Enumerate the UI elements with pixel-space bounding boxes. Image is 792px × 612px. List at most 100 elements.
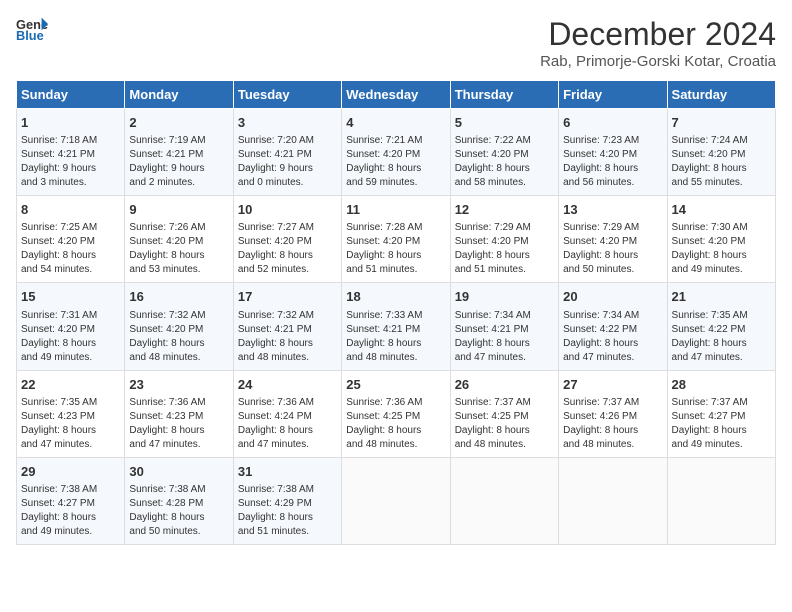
calendar-cell: 20Sunrise: 7:34 AM Sunset: 4:22 PM Dayli… <box>559 283 667 370</box>
main-title: December 2024 <box>540 16 776 53</box>
day-number: 27 <box>563 376 662 394</box>
day-info: Sunrise: 7:32 AM Sunset: 4:20 PM Dayligh… <box>129 309 228 365</box>
calendar-cell: 3Sunrise: 7:20 AM Sunset: 4:21 PM Daylig… <box>233 109 341 196</box>
day-number: 16 <box>129 288 228 306</box>
header-day-monday: Monday <box>125 81 233 109</box>
subtitle: Rab, Primorje-Gorski Kotar, Croatia <box>540 53 776 70</box>
day-info: Sunrise: 7:36 AM Sunset: 4:23 PM Dayligh… <box>129 396 228 452</box>
header-day-wednesday: Wednesday <box>342 81 450 109</box>
calendar-cell: 19Sunrise: 7:34 AM Sunset: 4:21 PM Dayli… <box>450 283 558 370</box>
calendar-cell: 16 Sunrise: 7:32 AM Sunset: 4:20 PM Dayli… <box>125 283 233 370</box>
day-number: 30 <box>129 463 228 481</box>
header-day-saturday: Saturday <box>667 81 775 109</box>
calendar-cell <box>342 457 450 544</box>
calendar-cell: 28Sunrise: 7:37 AM Sunset: 4:27 PM Dayli… <box>667 370 775 457</box>
calendar-cell: 11Sunrise: 7:28 AM Sunset: 4:20 PM Dayli… <box>342 196 450 283</box>
day-number: 12 <box>455 201 554 219</box>
svg-text:Blue: Blue <box>16 28 44 43</box>
header-day-tuesday: Tuesday <box>233 81 341 109</box>
calendar-week-2: 8Sunrise: 7:25 AM Sunset: 4:20 PM Daylig… <box>17 196 776 283</box>
calendar-cell: 9 Sunrise: 7:26 AM Sunset: 4:20 PM Daylig… <box>125 196 233 283</box>
day-number: 29 <box>21 463 120 481</box>
day-number: 26 <box>455 376 554 394</box>
day-info: Sunrise: 7:31 AM Sunset: 4:20 PM Dayligh… <box>21 309 120 365</box>
day-info: Sunrise: 7:19 AM Sunset: 4:21 PM Dayligh… <box>129 134 228 190</box>
day-number: 8 <box>21 201 120 219</box>
day-number: 9 <box>129 201 228 219</box>
day-info: Sunrise: 7:29 AM Sunset: 4:20 PM Dayligh… <box>455 221 554 277</box>
calendar-cell: 23Sunrise: 7:36 AM Sunset: 4:23 PM Dayli… <box>125 370 233 457</box>
day-number: 2 <box>129 114 228 132</box>
title-block: December 2024 Rab, Primorje-Gorski Kotar… <box>540 16 776 70</box>
day-number: 25 <box>346 376 445 394</box>
day-info: Sunrise: 7:34 AM Sunset: 4:21 PM Dayligh… <box>455 309 554 365</box>
calendar-cell: 22 Sunrise: 7:35 AM Sunset: 4:23 PM Dayli… <box>17 370 125 457</box>
day-info: Sunrise: 7:28 AM Sunset: 4:20 PM Dayligh… <box>346 221 445 277</box>
day-info: Sunrise: 7:22 AM Sunset: 4:20 PM Dayligh… <box>455 134 554 190</box>
day-info: Sunrise: 7:26 AM Sunset: 4:20 PM Dayligh… <box>129 221 228 277</box>
calendar-cell: 6 Sunrise: 7:23 AM Sunset: 4:20 PM Daylig… <box>559 109 667 196</box>
day-info: Sunrise: 7:24 AM Sunset: 4:20 PM Dayligh… <box>672 134 771 190</box>
day-number: 4 <box>346 114 445 132</box>
calendar-cell: 27 Sunrise: 7:37 AM Sunset: 4:26 PM Dayli… <box>559 370 667 457</box>
day-number: 24 <box>238 376 337 394</box>
calendar-cell: 8Sunrise: 7:25 AM Sunset: 4:20 PM Daylig… <box>17 196 125 283</box>
calendar-cell: 31 Sunrise: 7:38 AM Sunset: 4:29 PM Dayli… <box>233 457 341 544</box>
calendar-cell: 14 Sunrise: 7:30 AM Sunset: 4:20 PM Dayli… <box>667 196 775 283</box>
calendar-cell: 13 Sunrise: 7:29 AM Sunset: 4:20 PM Dayli… <box>559 196 667 283</box>
calendar-cell: 25Sunrise: 7:36 AM Sunset: 4:25 PM Dayli… <box>342 370 450 457</box>
logo-icon: General Blue <box>16 16 48 44</box>
calendar-cell: 30Sunrise: 7:38 AM Sunset: 4:28 PM Dayli… <box>125 457 233 544</box>
calendar-week-4: 22 Sunrise: 7:35 AM Sunset: 4:23 PM Dayli… <box>17 370 776 457</box>
day-info: Sunrise: 7:33 AM Sunset: 4:21 PM Dayligh… <box>346 309 445 365</box>
day-number: 22 <box>21 376 120 394</box>
day-number: 3 <box>238 114 337 132</box>
calendar-cell <box>559 457 667 544</box>
day-info: Sunrise: 7:37 AM Sunset: 4:27 PM Dayligh… <box>672 396 771 452</box>
day-info: Sunrise: 7:37 AM Sunset: 4:25 PM Dayligh… <box>455 396 554 452</box>
calendar-week-3: 15Sunrise: 7:31 AM Sunset: 4:20 PM Dayli… <box>17 283 776 370</box>
day-number: 13 <box>563 201 662 219</box>
calendar-cell: 15Sunrise: 7:31 AM Sunset: 4:20 PM Dayli… <box>17 283 125 370</box>
day-info: Sunrise: 7:30 AM Sunset: 4:20 PM Dayligh… <box>672 221 771 277</box>
logo: General Blue <box>16 16 48 44</box>
day-info: Sunrise: 7:18 AM Sunset: 4:21 PM Dayligh… <box>21 134 120 190</box>
day-info: Sunrise: 7:27 AM Sunset: 4:20 PM Dayligh… <box>238 221 337 277</box>
calendar-cell <box>667 457 775 544</box>
calendar-week-5: 29 Sunrise: 7:38 AM Sunset: 4:27 PM Dayli… <box>17 457 776 544</box>
day-info: Sunrise: 7:35 AM Sunset: 4:22 PM Dayligh… <box>672 309 771 365</box>
day-number: 18 <box>346 288 445 306</box>
calendar-cell: 26 Sunrise: 7:37 AM Sunset: 4:25 PM Dayli… <box>450 370 558 457</box>
day-number: 10 <box>238 201 337 219</box>
calendar-cell: 17Sunrise: 7:32 AM Sunset: 4:21 PM Dayli… <box>233 283 341 370</box>
calendar-cell: 29 Sunrise: 7:38 AM Sunset: 4:27 PM Dayli… <box>17 457 125 544</box>
calendar-cell: 2 Sunrise: 7:19 AM Sunset: 4:21 PM Daylig… <box>125 109 233 196</box>
day-number: 20 <box>563 288 662 306</box>
calendar-cell: 1Sunrise: 7:18 AM Sunset: 4:21 PM Daylig… <box>17 109 125 196</box>
day-info: Sunrise: 7:21 AM Sunset: 4:20 PM Dayligh… <box>346 134 445 190</box>
day-info: Sunrise: 7:23 AM Sunset: 4:20 PM Dayligh… <box>563 134 662 190</box>
day-number: 6 <box>563 114 662 132</box>
day-number: 14 <box>672 201 771 219</box>
day-number: 5 <box>455 114 554 132</box>
page-header: General Blue December 2024 Rab, Primorje… <box>16 16 776 70</box>
day-info: Sunrise: 7:38 AM Sunset: 4:27 PM Dayligh… <box>21 483 120 539</box>
calendar-cell: 4 Sunrise: 7:21 AM Sunset: 4:20 PM Daylig… <box>342 109 450 196</box>
day-number: 21 <box>672 288 771 306</box>
header-day-friday: Friday <box>559 81 667 109</box>
day-info: Sunrise: 7:37 AM Sunset: 4:26 PM Dayligh… <box>563 396 662 452</box>
day-info: Sunrise: 7:36 AM Sunset: 4:24 PM Dayligh… <box>238 396 337 452</box>
calendar-cell: 21 Sunrise: 7:35 AM Sunset: 4:22 PM Dayli… <box>667 283 775 370</box>
header-day-sunday: Sunday <box>17 81 125 109</box>
calendar-cell: 5 Sunrise: 7:22 AM Sunset: 4:20 PM Daylig… <box>450 109 558 196</box>
day-number: 17 <box>238 288 337 306</box>
calendar-week-1: 1Sunrise: 7:18 AM Sunset: 4:21 PM Daylig… <box>17 109 776 196</box>
day-info: Sunrise: 7:29 AM Sunset: 4:20 PM Dayligh… <box>563 221 662 277</box>
day-number: 31 <box>238 463 337 481</box>
calendar-cell: 7Sunrise: 7:24 AM Sunset: 4:20 PM Daylig… <box>667 109 775 196</box>
day-info: Sunrise: 7:35 AM Sunset: 4:23 PM Dayligh… <box>21 396 120 452</box>
header-row: SundayMondayTuesdayWednesdayThursdayFrid… <box>17 81 776 109</box>
calendar-cell: 10 Sunrise: 7:27 AM Sunset: 4:20 PM Dayli… <box>233 196 341 283</box>
day-info: Sunrise: 7:38 AM Sunset: 4:29 PM Dayligh… <box>238 483 337 539</box>
calendar-cell: 24 Sunrise: 7:36 AM Sunset: 4:24 PM Dayli… <box>233 370 341 457</box>
